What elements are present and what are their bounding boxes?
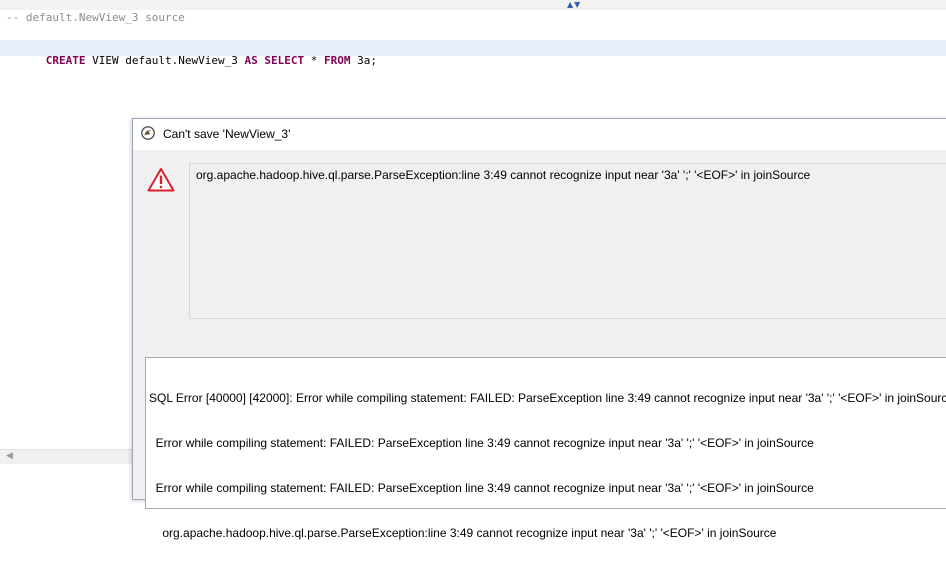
warning-triangle-icon <box>147 168 175 192</box>
details-line: Error while compiling statement: FAILED:… <box>149 436 814 450</box>
error-message-box: org.apache.hadoop.hive.ql.parse.ParseExc… <box>189 163 946 319</box>
editor-comment-line: -- default.NewView_3 source <box>6 11 185 24</box>
keyword-create: CREATE <box>45 54 86 67</box>
collapse-arrows-icon[interactable]: ▲▼ <box>567 1 581 9</box>
details-line: SQL Error [40000] [42000]: Error while c… <box>149 391 946 405</box>
details-line: Error while compiling statement: FAILED:… <box>149 481 814 495</box>
keyword-select: SELECT <box>264 54 305 67</box>
editor-code-line[interactable]: CREATE VIEW default.NewView_3 AS SELECT … <box>0 40 946 67</box>
details-line: org.apache.hadoop.hive.ql.parse.ParseExc… <box>149 526 777 540</box>
dialog-title: Can't save 'NewView_3' <box>163 127 291 141</box>
scroll-left-arrow-icon[interactable]: ◀ <box>6 451 13 461</box>
horizontal-scrollbar[interactable]: ◀ <box>0 449 135 464</box>
error-dialog: Can't save 'NewView_3' org.apache.hadoop… <box>132 118 946 540</box>
error-details-textarea[interactable]: SQL Error [40000] [42000]: Error while c… <box>145 357 946 540</box>
code-text: * <box>304 54 324 67</box>
code-text: VIEW default.NewView_3 <box>85 54 245 67</box>
code-text: 3a; <box>350 54 377 67</box>
editor-top-bar: ▲▼ <box>0 0 946 10</box>
error-message: org.apache.hadoop.hive.ql.parse.ParseExc… <box>196 168 811 182</box>
error-details-text: SQL Error [40000] [42000]: Error while c… <box>149 361 946 571</box>
dialog-title-bar[interactable]: Can't save 'NewView_3' <box>133 119 946 150</box>
dbeaver-icon <box>141 126 155 140</box>
keyword-as: AS <box>244 54 258 67</box>
keyword-from: FROM <box>323 54 351 67</box>
